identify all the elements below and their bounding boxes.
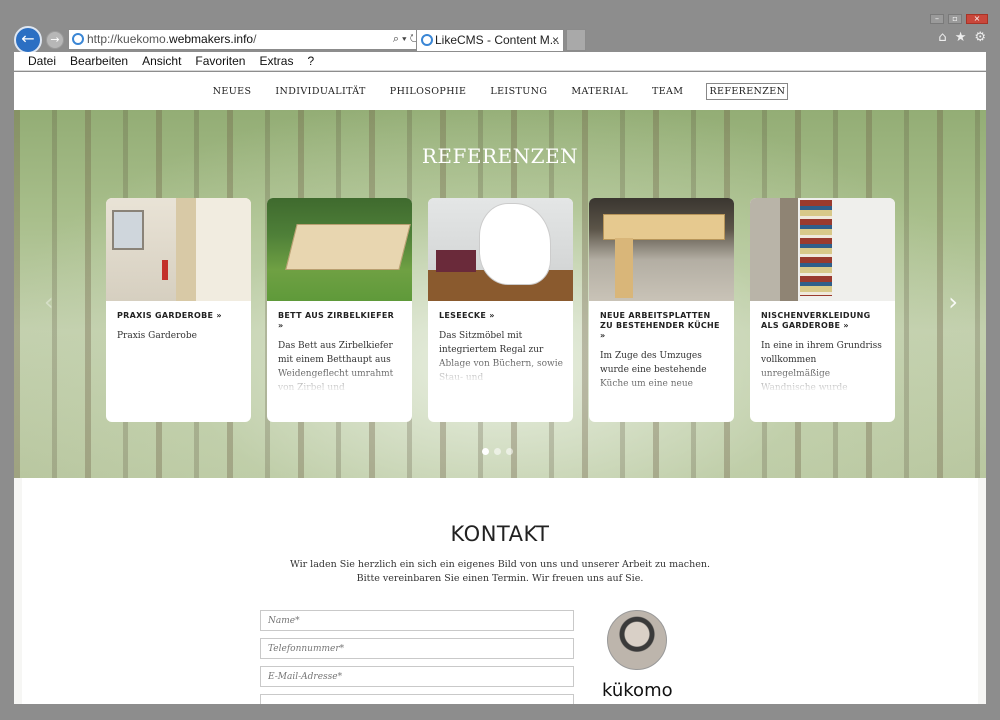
nav-philosophie[interactable]: PHILOSOPHIE <box>389 84 468 99</box>
card-text: Praxis Garderobe <box>117 331 197 341</box>
card-title[interactable]: PRAXIS GARDEROBE » <box>106 301 251 321</box>
message-input[interactable] <box>260 694 574 704</box>
kontakt-intro: Wir laden Sie herzlich ein sich ein eige… <box>22 558 978 586</box>
minimize-icon[interactable]: – <box>930 14 944 24</box>
email-input[interactable] <box>260 666 574 687</box>
forward-arrow-icon[interactable]: → <box>46 31 64 49</box>
carousel-dot[interactable] <box>482 448 489 455</box>
window-controls: – ▫ × <box>930 14 988 24</box>
card-text: Das Bett aus Zirbelkiefer mit einem Bett… <box>278 341 394 393</box>
ie-logo-icon <box>72 33 84 45</box>
browser-toolbar: ← → http://kuekomo.webmakers.info/ ⌕ ▾ ↻… <box>14 26 986 54</box>
card-text: In eine in ihrem Grundriss vollkommen un… <box>761 341 882 393</box>
phone-input[interactable] <box>260 638 574 659</box>
carousel-prev-icon[interactable]: ‹ <box>44 288 54 316</box>
card-title[interactable]: BETT AUS ZIRBELKIEFER » <box>267 301 412 331</box>
reference-card[interactable]: LESEECKE » Das Sitzmöbel mit integrierte… <box>428 198 573 422</box>
menu-datei[interactable]: Datei <box>28 52 56 70</box>
menu-bearbeiten[interactable]: Bearbeiten <box>70 52 128 70</box>
nav-team[interactable]: TEAM <box>651 84 684 99</box>
reference-card[interactable]: BETT AUS ZIRBELKIEFER » Das Bett aus Zir… <box>267 198 412 422</box>
new-tab-button[interactable] <box>566 29 586 51</box>
address-bar[interactable]: http://kuekomo.webmakers.info/ ⌕ ▾ ↻ <box>68 29 424 50</box>
nav-individualitaet[interactable]: INDIVIDUALITÄT <box>274 84 366 99</box>
carousel-dot[interactable] <box>506 448 513 455</box>
browser-icons: ⌂ ★ ⚙ <box>938 30 986 45</box>
site-navigation: NEUES INDIVIDUALITÄT PHILOSOPHIE LEISTUN… <box>14 72 986 110</box>
favorites-star-icon[interactable]: ★ <box>955 30 967 45</box>
tab-close-icon[interactable]: × <box>552 30 559 50</box>
card-title[interactable]: NEUE ARBEITSPLATTEN ZU BESTEHENDER KÜCHE… <box>589 301 734 341</box>
tab-title: LikeCMS - Content M... <box>435 33 560 47</box>
menu-help[interactable]: ? <box>307 52 314 70</box>
card-image[interactable] <box>106 198 251 301</box>
kontakt-section: KONTAKT Wir laden Sie herzlich ein sich … <box>22 478 978 704</box>
card-title[interactable]: NISCHENVERKLEIDUNG ALS GARDEROBE » <box>750 301 895 331</box>
referenzen-hero: REFERENZEN ‹ › PRAXIS GARDEROBE » Praxis… <box>14 110 986 478</box>
card-text: Das Sitzmöbel mit integriertem Regal zur… <box>439 331 563 383</box>
browser-tab[interactable]: LikeCMS - Content M... × <box>416 29 564 51</box>
card-text: Im Zuge des Umzuges wurde eine bestehend… <box>600 351 707 389</box>
name-input[interactable] <box>260 610 574 631</box>
menu-ansicht[interactable]: Ansicht <box>142 52 181 70</box>
nav-referenzen[interactable]: REFERENZEN <box>706 82 789 100</box>
back-arrow-icon[interactable]: ← <box>14 26 42 54</box>
gear-icon[interactable]: ⚙ <box>974 30 986 45</box>
card-image[interactable] <box>428 198 573 301</box>
brand-name: kükomo <box>602 680 673 701</box>
card-image[interactable] <box>750 198 895 301</box>
menu-extras[interactable]: Extras <box>259 52 293 70</box>
intro-line: Bitte vereinbaren Sie einen Termin. Wir … <box>356 573 644 584</box>
nav-material[interactable]: MATERIAL <box>570 84 629 99</box>
intro-line: Wir laden Sie herzlich ein sich ein eige… <box>289 559 711 570</box>
carousel-dots <box>482 448 513 455</box>
page-viewport: NEUES INDIVIDUALITÄT PHILOSOPHIE LEISTUN… <box>14 72 986 704</box>
nav-leistung[interactable]: LEISTUNG <box>489 84 548 99</box>
reference-cards: PRAXIS GARDEROBE » Praxis Garderobe BETT… <box>106 198 895 422</box>
reference-card[interactable]: NISCHENVERKLEIDUNG ALS GARDEROBE » In ei… <box>750 198 895 422</box>
close-window-icon[interactable]: × <box>966 14 988 24</box>
home-icon[interactable]: ⌂ <box>938 30 946 45</box>
hero-title: REFERENZEN <box>421 144 579 168</box>
card-image[interactable] <box>267 198 412 301</box>
carousel-next-icon[interactable]: › <box>948 288 958 316</box>
kontakt-title: KONTAKT <box>450 522 550 546</box>
tab-ie-icon <box>421 34 433 46</box>
card-title[interactable]: LESEECKE » <box>428 301 573 321</box>
address-url: http://kuekomo.webmakers.info/ <box>87 32 257 46</box>
reference-card[interactable]: NEUE ARBEITSPLATTEN ZU BESTEHENDER KÜCHE… <box>589 198 734 422</box>
reference-card[interactable]: PRAXIS GARDEROBE » Praxis Garderobe <box>106 198 251 422</box>
contact-form <box>260 610 574 704</box>
menu-bar: Datei Bearbeiten Ansicht Favoriten Extra… <box>14 52 986 71</box>
menu-favoriten[interactable]: Favoriten <box>195 52 245 70</box>
carousel-dot[interactable] <box>494 448 501 455</box>
avatar <box>607 610 667 670</box>
nav-neues[interactable]: NEUES <box>212 84 253 99</box>
card-image[interactable] <box>589 198 734 301</box>
maximize-icon[interactable]: ▫ <box>948 14 962 24</box>
contact-profile: kükomo <box>602 610 673 701</box>
